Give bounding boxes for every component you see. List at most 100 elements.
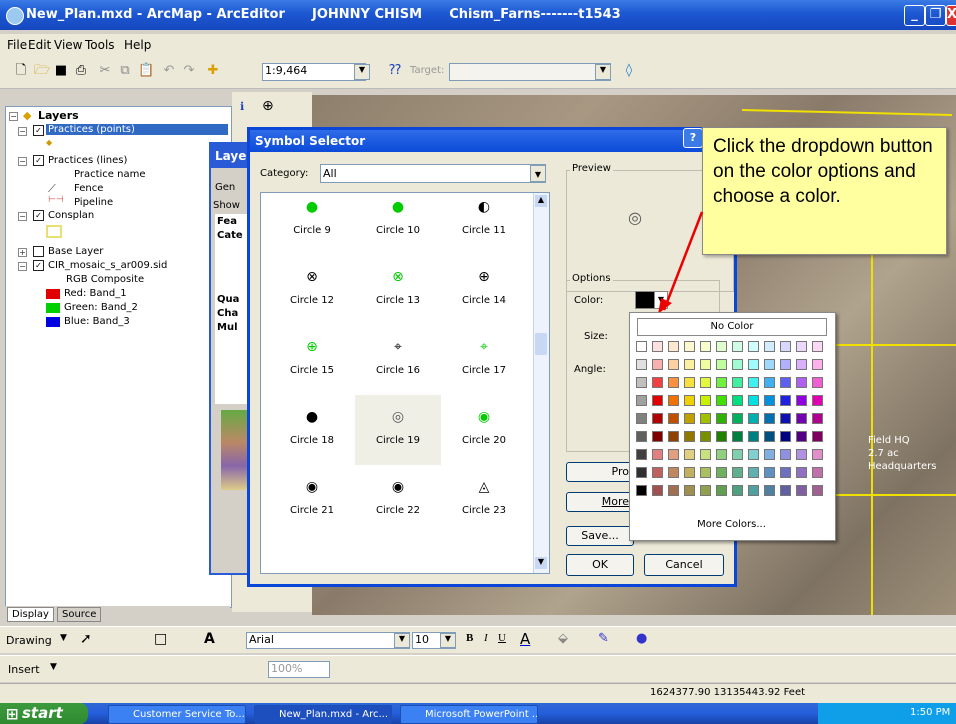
palette-color-cell[interactable]	[796, 395, 807, 406]
palette-color-cell[interactable]	[684, 449, 695, 460]
palette-color-cell[interactable]	[716, 377, 727, 388]
palette-color-cell[interactable]	[716, 431, 727, 442]
palette-color-cell[interactable]	[732, 341, 743, 352]
palette-color-cell[interactable]	[716, 341, 727, 352]
palette-color-cell[interactable]	[796, 485, 807, 496]
palette-color-cell[interactable]	[716, 413, 727, 424]
palette-color-cell[interactable]	[700, 449, 711, 460]
collapse-icon[interactable]: −	[9, 112, 18, 121]
palette-color-cell[interactable]	[748, 341, 759, 352]
palette-color-cell[interactable]	[668, 485, 679, 496]
palette-color-cell[interactable]	[668, 431, 679, 442]
symbol-cell[interactable]: ⊕ Circle 15	[269, 325, 355, 395]
palette-color-cell[interactable]	[700, 359, 711, 370]
select-elements-icon[interactable]: ➚	[80, 631, 92, 647]
palette-color-cell[interactable]	[684, 377, 695, 388]
palette-color-cell[interactable]	[700, 431, 711, 442]
palette-color-cell[interactable]	[636, 449, 647, 460]
symbol-list[interactable]: ● Circle 9 ● Circle 10 ◐ Circle 11 ⊗ Circle 12 ⊗…	[260, 192, 550, 574]
symbol-cell[interactable]: ⊗ Circle 12	[269, 255, 355, 325]
palette-color-cell[interactable]	[652, 395, 663, 406]
scroll-down-icon[interactable]: ▼	[535, 557, 547, 569]
palette-color-cell[interactable]	[716, 467, 727, 478]
symbol-cell[interactable]: ◉ Circle 22	[355, 465, 441, 535]
symbol-list-scrollbar[interactable]: ▲ ▼	[533, 193, 549, 573]
font-color-icon[interactable]: A	[520, 630, 530, 648]
palette-color-cell[interactable]	[668, 341, 679, 352]
redo-icon[interactable]: ↷	[182, 64, 196, 78]
italic-icon[interactable]: I	[484, 632, 488, 644]
scroll-up-icon[interactable]: ▲	[535, 195, 547, 207]
palette-color-cell[interactable]	[684, 395, 695, 406]
category-dropdown-icon[interactable]: ▼	[530, 165, 546, 182]
menu-file[interactable]: File	[7, 38, 27, 52]
palette-color-cell[interactable]	[748, 395, 759, 406]
layer-checkbox[interactable]: ✓	[33, 155, 44, 166]
palette-color-cell[interactable]	[780, 431, 791, 442]
palette-color-cell[interactable]	[764, 359, 775, 370]
chevron-down-icon[interactable]: ▼	[50, 662, 57, 672]
scale-field[interactable]: 1:9,464	[262, 63, 366, 81]
menu-tools[interactable]: Tools	[85, 38, 115, 52]
menu-help[interactable]: Help	[124, 38, 151, 52]
insert-menu[interactable]: Insert	[8, 663, 40, 676]
toc-item-cir-mosaic[interactable]: CIR_mosaic_s_ar009.sid	[48, 260, 167, 271]
new-icon[interactable]: 🗋	[14, 64, 28, 78]
restore-button[interactable]: ❐	[925, 5, 946, 26]
scroll-thumb[interactable]	[535, 333, 547, 355]
palette-color-cell[interactable]	[812, 341, 823, 352]
rectangle-icon[interactable]: □	[154, 631, 167, 647]
marker-color-icon[interactable]: ●	[636, 631, 647, 646]
collapse-icon[interactable]: −	[18, 127, 27, 136]
palette-color-cell[interactable]	[780, 395, 791, 406]
palette-color-cell[interactable]	[732, 485, 743, 496]
collapse-icon[interactable]: −	[18, 157, 27, 166]
collapse-icon[interactable]: −	[18, 262, 27, 271]
layer-checkbox[interactable]: ✓	[33, 125, 44, 136]
palette-color-cell[interactable]	[652, 431, 663, 442]
palette-color-cell[interactable]	[812, 467, 823, 478]
task-arcmap[interactable]: New_Plan.mxd - Arc...	[254, 705, 392, 724]
print-icon[interactable]: ⎙	[74, 64, 88, 78]
bold-icon[interactable]: B	[466, 632, 473, 644]
palette-color-cell[interactable]	[668, 413, 679, 424]
palette-color-cell[interactable]	[636, 413, 647, 424]
undo-icon[interactable]: ↶	[162, 64, 176, 78]
layer-checkbox[interactable]	[33, 246, 44, 257]
fill-color-icon[interactable]: ⬙	[558, 631, 568, 646]
palette-color-cell[interactable]	[764, 449, 775, 460]
palette-color-cell[interactable]	[636, 485, 647, 496]
symbol-cell[interactable]: ● Circle 10	[355, 193, 441, 255]
palette-color-cell[interactable]	[812, 449, 823, 460]
palette-color-cell[interactable]	[812, 377, 823, 388]
no-color-button[interactable]: No Color	[637, 318, 827, 336]
palette-color-cell[interactable]	[636, 341, 647, 352]
toc-item-base-layer[interactable]: Base Layer	[48, 246, 103, 257]
target-field[interactable]	[449, 63, 611, 81]
palette-color-cell[interactable]	[764, 341, 775, 352]
symbol-cell[interactable]: ● Circle 18	[269, 395, 355, 465]
target-dropdown-icon[interactable]: ▼	[595, 64, 611, 80]
palette-color-cell[interactable]	[700, 341, 711, 352]
toc-item-practices-lines[interactable]: Practices (lines)	[48, 155, 127, 166]
palette-color-cell[interactable]	[780, 485, 791, 496]
palette-color-cell[interactable]	[716, 485, 727, 496]
properties-button[interactable]: Pro	[566, 462, 634, 482]
tab-display[interactable]: Display	[7, 607, 54, 622]
task-powerpoint[interactable]: Microsoft PowerPoint ...	[400, 705, 538, 724]
collapse-icon[interactable]: −	[18, 212, 27, 221]
palette-color-cell[interactable]	[796, 377, 807, 388]
palette-color-cell[interactable]	[716, 395, 727, 406]
minimize-button[interactable]: _	[904, 5, 925, 26]
font-field[interactable]: Arial	[246, 632, 410, 649]
cancel-button[interactable]: Cancel	[644, 554, 724, 576]
palette-color-cell[interactable]	[636, 395, 647, 406]
symbol-cell[interactable]: ◎ Circle 19	[355, 395, 441, 465]
palette-color-cell[interactable]	[764, 485, 775, 496]
scale-dropdown-icon[interactable]: ▼	[354, 64, 370, 80]
palette-color-cell[interactable]	[764, 413, 775, 424]
symbol-cell[interactable]: ◐ Circle 11	[441, 193, 527, 255]
palette-color-cell[interactable]	[732, 359, 743, 370]
layer-checkbox[interactable]: ✓	[33, 260, 44, 271]
palette-color-cell[interactable]	[668, 359, 679, 370]
